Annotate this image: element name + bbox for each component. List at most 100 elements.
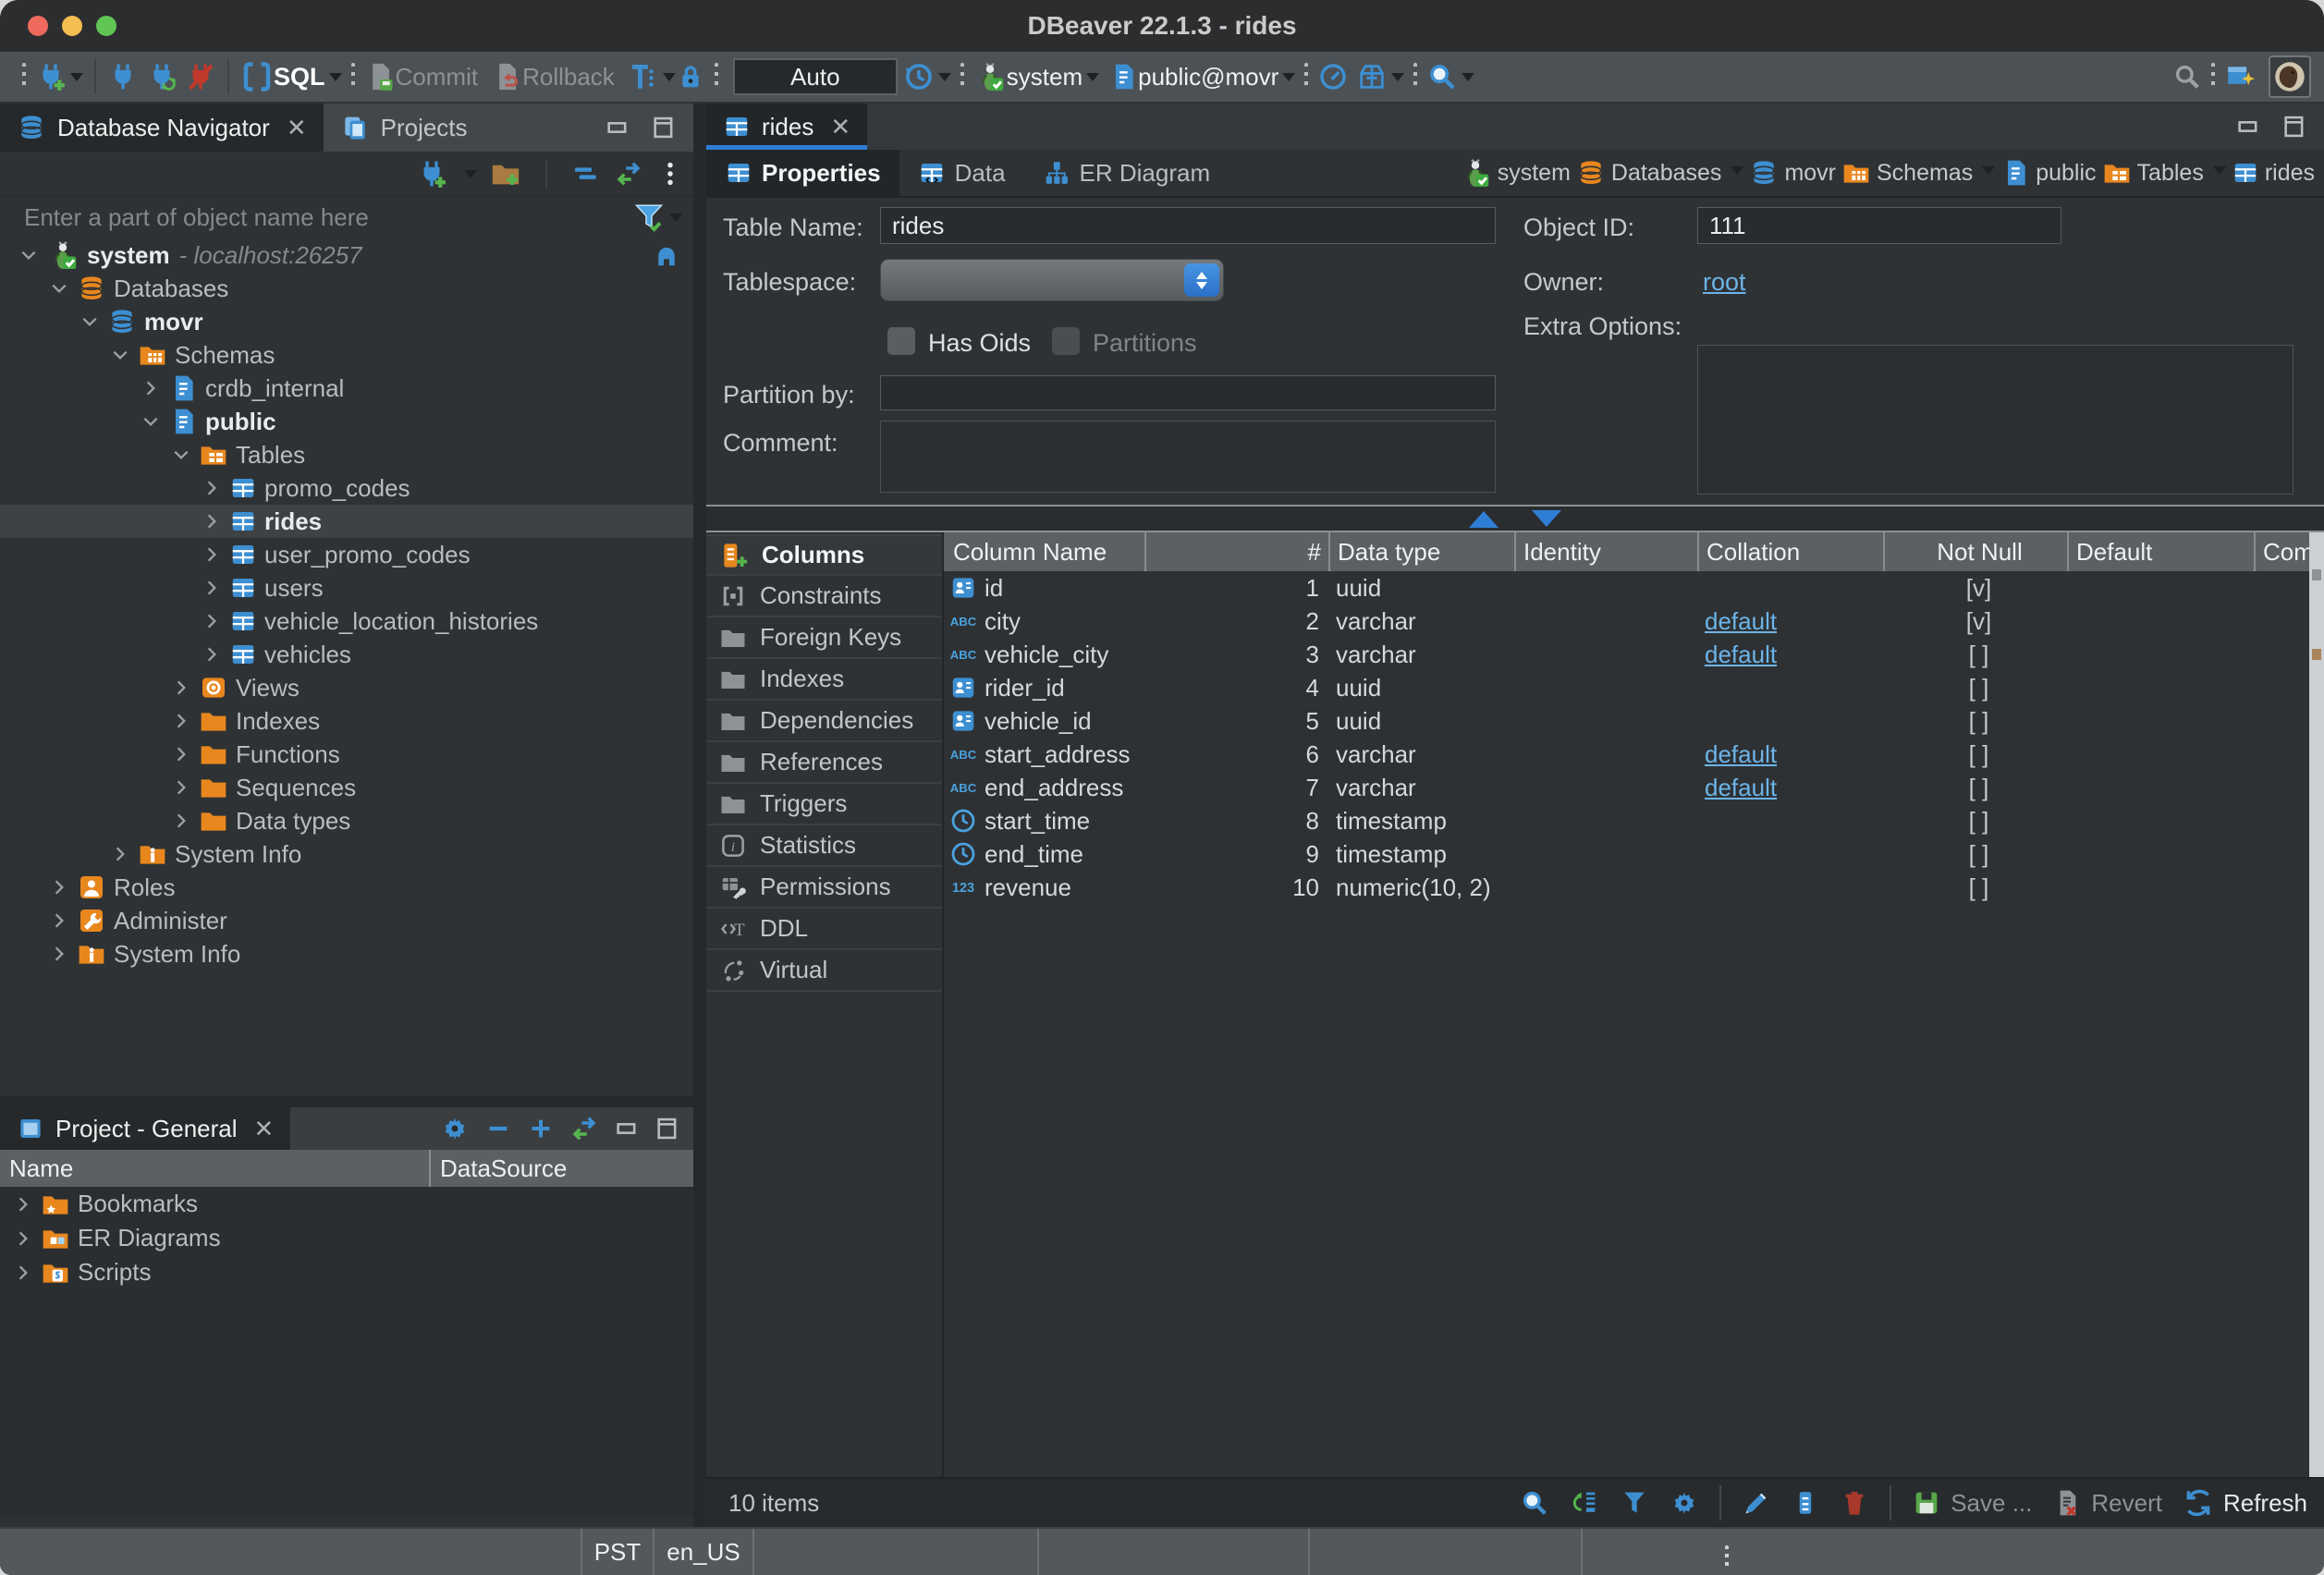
edit-icon[interactable] bbox=[1742, 1488, 1771, 1518]
chevron-down-icon[interactable] bbox=[663, 73, 676, 88]
not-null-checkbox[interactable]: [ ] bbox=[1883, 671, 2067, 704]
chevron-collapsed-icon[interactable] bbox=[45, 943, 73, 965]
quick-access-search-icon[interactable] bbox=[2172, 62, 2202, 92]
grid-column-header-default[interactable]: Default bbox=[2067, 532, 2254, 571]
section-tab-indexes[interactable]: Indexes bbox=[706, 659, 942, 701]
not-null-checkbox[interactable]: [v] bbox=[1883, 604, 2067, 638]
not-null-checkbox[interactable]: [ ] bbox=[1883, 804, 2067, 837]
grid-column-header-not-null[interactable]: Not Null bbox=[1883, 532, 2067, 571]
revert-button[interactable]: Revert bbox=[2091, 1489, 2162, 1518]
chevron-down-icon[interactable] bbox=[70, 73, 83, 88]
chevron-collapsed-icon[interactable] bbox=[198, 477, 226, 499]
chevron-down-icon[interactable] bbox=[1086, 73, 1099, 88]
chevron-expanded-icon[interactable] bbox=[15, 244, 43, 266]
transaction-history-button[interactable] bbox=[903, 61, 935, 92]
tree-item-schemas[interactable]: Schemas bbox=[0, 338, 693, 372]
tab-projects[interactable]: Projects bbox=[324, 104, 484, 152]
partitions-checkbox[interactable] bbox=[1052, 327, 1080, 355]
chevron-collapsed-icon[interactable] bbox=[45, 910, 73, 932]
tree-item-indexes[interactable]: Indexes bbox=[0, 704, 693, 738]
minimize-panel-icon[interactable] bbox=[614, 1116, 640, 1142]
tree-item-crdb-internal[interactable]: crdb_internal bbox=[0, 372, 693, 405]
chevron-collapsed-icon[interactable] bbox=[167, 776, 195, 799]
tree-item-system[interactable]: system- localhost:26257 bbox=[0, 238, 693, 272]
chevron-down-icon[interactable] bbox=[464, 170, 477, 185]
chevron-expanded-icon[interactable] bbox=[167, 444, 195, 466]
tree-item-databases[interactable]: Databases bbox=[0, 272, 693, 305]
search-metadata-button[interactable] bbox=[1426, 61, 1458, 92]
grid-column-header-column-name[interactable]: Column Name bbox=[944, 532, 1144, 571]
tab-rides-editor[interactable]: rides ✕ bbox=[706, 104, 867, 150]
timezone-indicator[interactable]: PST bbox=[582, 1529, 654, 1575]
chevron-down-icon[interactable] bbox=[1282, 73, 1295, 88]
chevron-collapsed-icon[interactable] bbox=[167, 743, 195, 765]
chevron-expanded-icon[interactable] bbox=[137, 410, 165, 433]
tab-properties[interactable]: Properties bbox=[706, 150, 899, 196]
view-menu-button[interactable] bbox=[656, 160, 684, 188]
chevron-collapsed-icon[interactable] bbox=[137, 377, 165, 399]
link-with-editor-button[interactable] bbox=[614, 159, 643, 189]
section-tab-foreign-keys[interactable]: Foreign Keys bbox=[706, 617, 942, 659]
tree-item-rides[interactable]: rides bbox=[0, 505, 693, 538]
chevron-collapsed-icon[interactable] bbox=[167, 677, 195, 699]
grid-row-revenue[interactable]: 123revenue10numeric(10, 2)[ ] bbox=[944, 871, 2324, 904]
grid-row-vehicle_city[interactable]: ABCvehicle_city3varchardefault[ ] bbox=[944, 638, 2324, 671]
delete-icon[interactable] bbox=[1840, 1488, 1869, 1518]
user-profile-button[interactable] bbox=[2269, 55, 2311, 98]
grid-row-city[interactable]: ABCcity2varchardefault[v] bbox=[944, 604, 2324, 638]
not-null-checkbox[interactable]: [ ] bbox=[1883, 704, 2067, 738]
tree-item-promo-codes[interactable]: promo_codes bbox=[0, 471, 693, 505]
object-filter-input[interactable] bbox=[24, 203, 632, 232]
grid-filter-icon[interactable] bbox=[1620, 1488, 1649, 1518]
chevron-collapsed-icon[interactable] bbox=[198, 643, 226, 665]
chevron-collapsed-icon[interactable] bbox=[198, 610, 226, 632]
grid-row-vehicle_id[interactable]: vehicle_id5uuid[ ] bbox=[944, 704, 2324, 738]
grid-row-end_address[interactable]: ABCend_address7varchardefault[ ] bbox=[944, 771, 2324, 804]
collapse-icon[interactable] bbox=[484, 1115, 512, 1142]
has-oids-checkbox[interactable] bbox=[887, 327, 915, 355]
breadcrumb-schemas[interactable]: Schemas bbox=[1841, 158, 1973, 188]
minimize-editor-icon[interactable] bbox=[2235, 114, 2261, 140]
commit-mode-select[interactable]: Auto bbox=[733, 58, 898, 95]
grid-column-header--[interactable]: # bbox=[1144, 532, 1328, 571]
collapse-all-button[interactable] bbox=[571, 159, 601, 189]
object-id-input[interactable] bbox=[1697, 207, 2061, 244]
grid-row-id[interactable]: id1uuid[v] bbox=[944, 571, 2324, 604]
section-tab-virtual[interactable]: Virtual bbox=[706, 950, 942, 992]
not-null-checkbox[interactable]: [ ] bbox=[1883, 871, 2067, 904]
new-connection-button[interactable] bbox=[416, 158, 447, 189]
breadcrumb-public[interactable]: public bbox=[2000, 158, 2096, 188]
tree-item-vehicle-location-histories[interactable]: vehicle_location_histories bbox=[0, 604, 693, 638]
chevron-down-icon[interactable] bbox=[1982, 166, 1995, 181]
save-button[interactable]: Save ... bbox=[1951, 1489, 2032, 1518]
chevron-collapsed-icon[interactable] bbox=[198, 510, 226, 532]
refresh-button[interactable]: Refresh bbox=[2223, 1489, 2307, 1518]
new-folder-button[interactable] bbox=[490, 158, 521, 189]
maximize-panel-icon[interactable] bbox=[651, 115, 677, 140]
grid-row-start_address[interactable]: ABCstart_address6varchardefault[ ] bbox=[944, 738, 2324, 771]
chevron-down-icon[interactable] bbox=[1391, 73, 1404, 88]
close-icon[interactable]: ✕ bbox=[830, 113, 850, 141]
collation-link[interactable]: default bbox=[1705, 740, 1777, 769]
tree-item-users[interactable]: users bbox=[0, 571, 693, 604]
new-connection-button[interactable] bbox=[35, 61, 67, 92]
table-name-input[interactable] bbox=[880, 207, 1496, 244]
rollback-button[interactable]: Rollback bbox=[522, 63, 615, 92]
form-grid-splitter[interactable] bbox=[706, 505, 2324, 532]
grid-column-header-collation[interactable]: Collation bbox=[1697, 532, 1883, 571]
section-tab-permissions[interactable]: Permissions bbox=[706, 867, 942, 909]
partition-by-input[interactable] bbox=[880, 375, 1496, 410]
column-header-name[interactable]: Name bbox=[0, 1150, 431, 1187]
not-null-checkbox[interactable]: [v] bbox=[1883, 571, 2067, 604]
breadcrumb-system[interactable]: system bbox=[1459, 156, 1571, 189]
dashboard-button[interactable] bbox=[1317, 61, 1349, 92]
connect-button[interactable] bbox=[107, 61, 139, 92]
minimize-window-button[interactable] bbox=[62, 16, 82, 36]
vertical-splitter[interactable] bbox=[693, 104, 706, 1527]
chevron-collapsed-icon[interactable] bbox=[106, 843, 134, 865]
comment-textarea[interactable] bbox=[880, 421, 1496, 493]
tree-item-user-promo-codes[interactable]: user_promo_codes bbox=[0, 538, 693, 571]
tree-item-views[interactable]: Views bbox=[0, 671, 693, 704]
tab-data[interactable]: Data bbox=[899, 150, 1024, 196]
panel-splitter[interactable] bbox=[0, 1096, 693, 1107]
